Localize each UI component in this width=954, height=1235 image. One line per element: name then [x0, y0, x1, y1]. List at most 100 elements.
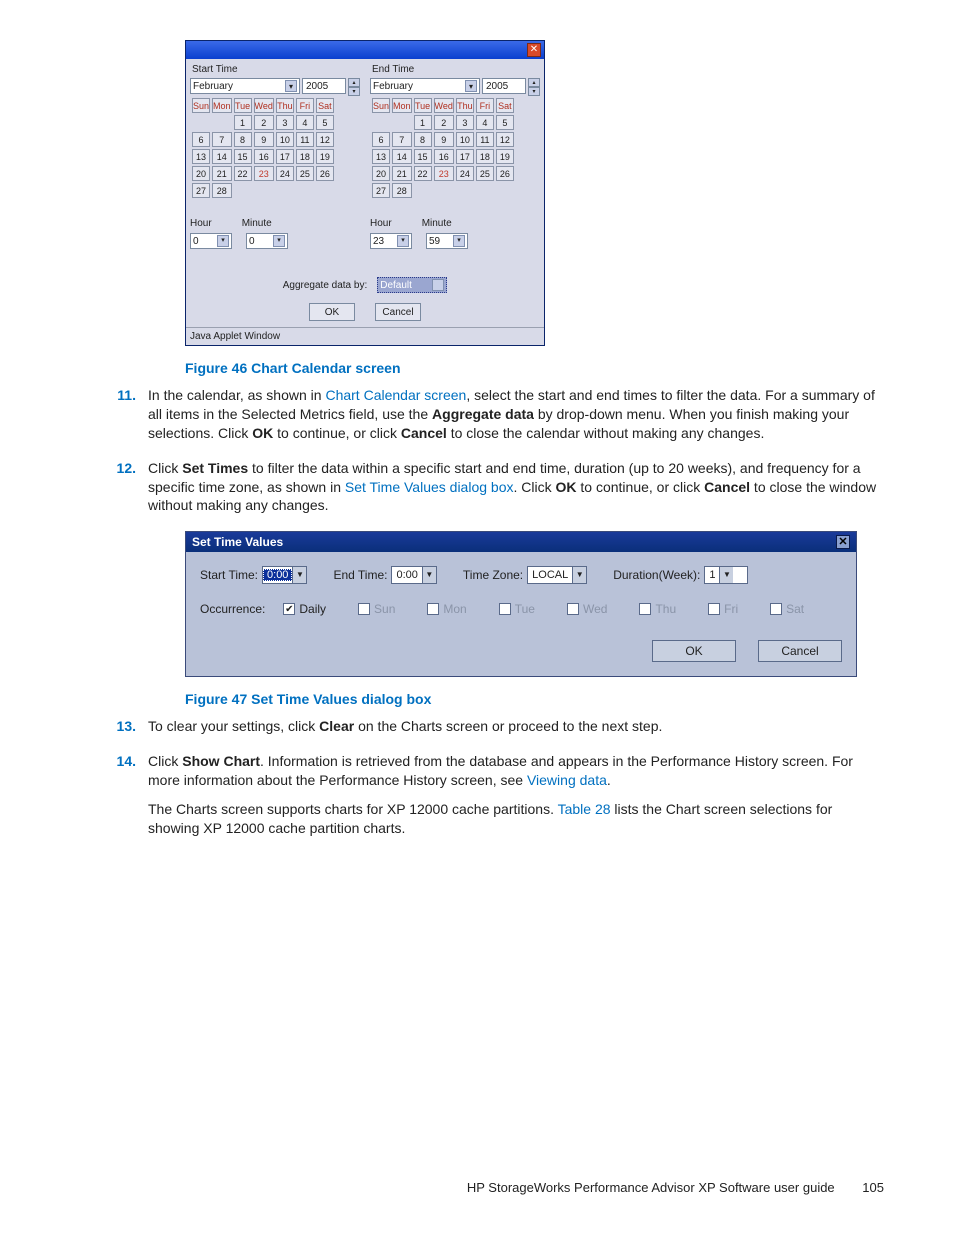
spinner-down-icon[interactable]: ▾: [528, 87, 540, 96]
calendar-day[interactable]: 8: [234, 132, 252, 147]
start-year-spinner[interactable]: ▴▾: [348, 78, 360, 94]
calendar-day[interactable]: 10: [456, 132, 474, 147]
end-hour-select[interactable]: 23▾: [370, 233, 412, 249]
calendar-day[interactable]: 7: [392, 132, 412, 147]
calendar-day[interactable]: 3: [276, 115, 294, 130]
viewing-data-link[interactable]: Viewing data: [527, 772, 607, 788]
calendar-day[interactable]: 1: [414, 115, 432, 130]
day-checkbox[interactable]: Sat: [770, 602, 804, 616]
calendar-day[interactable]: 10: [276, 132, 294, 147]
calendar-day[interactable]: 23: [254, 166, 274, 181]
spinner-down-icon[interactable]: ▾: [348, 87, 360, 96]
calendar-day[interactable]: 14: [392, 149, 412, 164]
calendar-day[interactable]: 21: [212, 166, 232, 181]
calendar-day[interactable]: 24: [276, 166, 294, 181]
start-year-field[interactable]: 2005: [302, 78, 346, 94]
calendar-day[interactable]: 1: [234, 115, 252, 130]
calendar-day[interactable]: 16: [434, 149, 454, 164]
calendar-day[interactable]: 5: [316, 115, 334, 130]
calendar-day[interactable]: 28: [392, 183, 412, 198]
start-time-select[interactable]: 0:00▼: [262, 566, 307, 584]
calendar-day[interactable]: 15: [234, 149, 252, 164]
duration-select[interactable]: 1▼: [704, 566, 748, 584]
calendar-day[interactable]: 4: [476, 115, 494, 130]
day-checkbox[interactable]: Thu: [639, 602, 676, 616]
calendar-day[interactable]: 12: [316, 132, 334, 147]
calendar-day[interactable]: 22: [234, 166, 252, 181]
calendar-day[interactable]: 12: [496, 132, 514, 147]
calendar-day[interactable]: 3: [456, 115, 474, 130]
spinner-up-icon[interactable]: ▴: [528, 78, 540, 87]
table-28-link[interactable]: Table 28: [558, 801, 611, 817]
calendar-day[interactable]: 19: [496, 149, 514, 164]
calendar-day[interactable]: 18: [476, 149, 494, 164]
cancel-button[interactable]: Cancel: [758, 640, 842, 662]
start-calendar[interactable]: SunMonTueWedThuFriSat1234567891011121314…: [190, 96, 336, 200]
daily-checkbox[interactable]: ✔Daily: [283, 602, 326, 616]
end-year-spinner[interactable]: ▴▾: [528, 78, 540, 94]
calendar-day[interactable]: 2: [434, 115, 454, 130]
calendar-day-header: Tue: [414, 98, 432, 113]
calendar-day[interactable]: 13: [372, 149, 390, 164]
calendar-day[interactable]: 27: [192, 183, 210, 198]
end-time-select[interactable]: 0:00▼: [391, 566, 436, 584]
calendar-day[interactable]: 11: [296, 132, 314, 147]
calendar-day[interactable]: 14: [212, 149, 232, 164]
checkbox-icon: [770, 603, 782, 615]
calendar-day[interactable]: 11: [476, 132, 494, 147]
day-checkbox[interactable]: Tue: [499, 602, 535, 616]
calendar-day[interactable]: 23: [434, 166, 454, 181]
end-month-select[interactable]: February ▾: [370, 78, 480, 94]
timezone-select[interactable]: LOCAL▼: [527, 566, 587, 584]
chart-calendar-link[interactable]: Chart Calendar screen: [325, 387, 466, 403]
calendar-day[interactable]: 27: [372, 183, 390, 198]
calendar-day[interactable]: 9: [434, 132, 454, 147]
calendar-day[interactable]: 21: [392, 166, 412, 181]
day-checkbox[interactable]: Mon: [427, 602, 466, 616]
calendar-day[interactable]: 6: [192, 132, 210, 147]
calendar-day[interactable]: 9: [254, 132, 274, 147]
start-hour-select[interactable]: 0▾: [190, 233, 232, 249]
calendar-day[interactable]: 4: [296, 115, 314, 130]
start-month-select[interactable]: February ▾: [190, 78, 300, 94]
calendar-day[interactable]: 15: [414, 149, 432, 164]
step-14-text: Click Show Chart. Information is retriev…: [148, 752, 884, 838]
calendar-day[interactable]: 16: [254, 149, 274, 164]
aggregate-select[interactable]: Default: [377, 277, 447, 293]
chevron-down-icon: ▾: [273, 235, 285, 247]
day-checkbox[interactable]: Wed: [567, 602, 607, 616]
calendar-day[interactable]: 26: [316, 166, 334, 181]
calendar-day[interactable]: 6: [372, 132, 390, 147]
calendar-day[interactable]: 28: [212, 183, 232, 198]
ok-button[interactable]: OK: [309, 303, 355, 321]
calendar-day[interactable]: 25: [476, 166, 494, 181]
calendar-day[interactable]: 20: [372, 166, 390, 181]
calendar-day[interactable]: 17: [276, 149, 294, 164]
close-icon[interactable]: ✕: [836, 535, 850, 549]
calendar-day[interactable]: 13: [192, 149, 210, 164]
calendar-day[interactable]: 26: [496, 166, 514, 181]
end-calendar[interactable]: SunMonTueWedThuFriSat1234567891011121314…: [370, 96, 516, 200]
calendar-day[interactable]: 18: [296, 149, 314, 164]
end-year-field[interactable]: 2005: [482, 78, 526, 94]
calendar-day[interactable]: 7: [212, 132, 232, 147]
end-minute-select[interactable]: 59▾: [426, 233, 468, 249]
calendar-day[interactable]: 22: [414, 166, 432, 181]
set-time-values-link[interactable]: Set Time Values dialog box: [345, 479, 514, 495]
calendar-day[interactable]: 8: [414, 132, 432, 147]
day-checkbox[interactable]: Sun: [358, 602, 395, 616]
calendar-day[interactable]: 20: [192, 166, 210, 181]
calendar-day[interactable]: 19: [316, 149, 334, 164]
cancel-button[interactable]: Cancel: [375, 303, 421, 321]
spinner-up-icon[interactable]: ▴: [348, 78, 360, 87]
day-checkbox[interactable]: Fri: [708, 602, 738, 616]
calendar-day[interactable]: 24: [456, 166, 474, 181]
close-icon[interactable]: ✕: [527, 43, 541, 57]
calendar-day[interactable]: 17: [456, 149, 474, 164]
calendar-day[interactable]: 5: [496, 115, 514, 130]
chevron-down-icon: ▼: [292, 567, 306, 583]
calendar-day[interactable]: 2: [254, 115, 274, 130]
ok-button[interactable]: OK: [652, 640, 736, 662]
calendar-day[interactable]: 25: [296, 166, 314, 181]
start-minute-select[interactable]: 0▾: [246, 233, 288, 249]
